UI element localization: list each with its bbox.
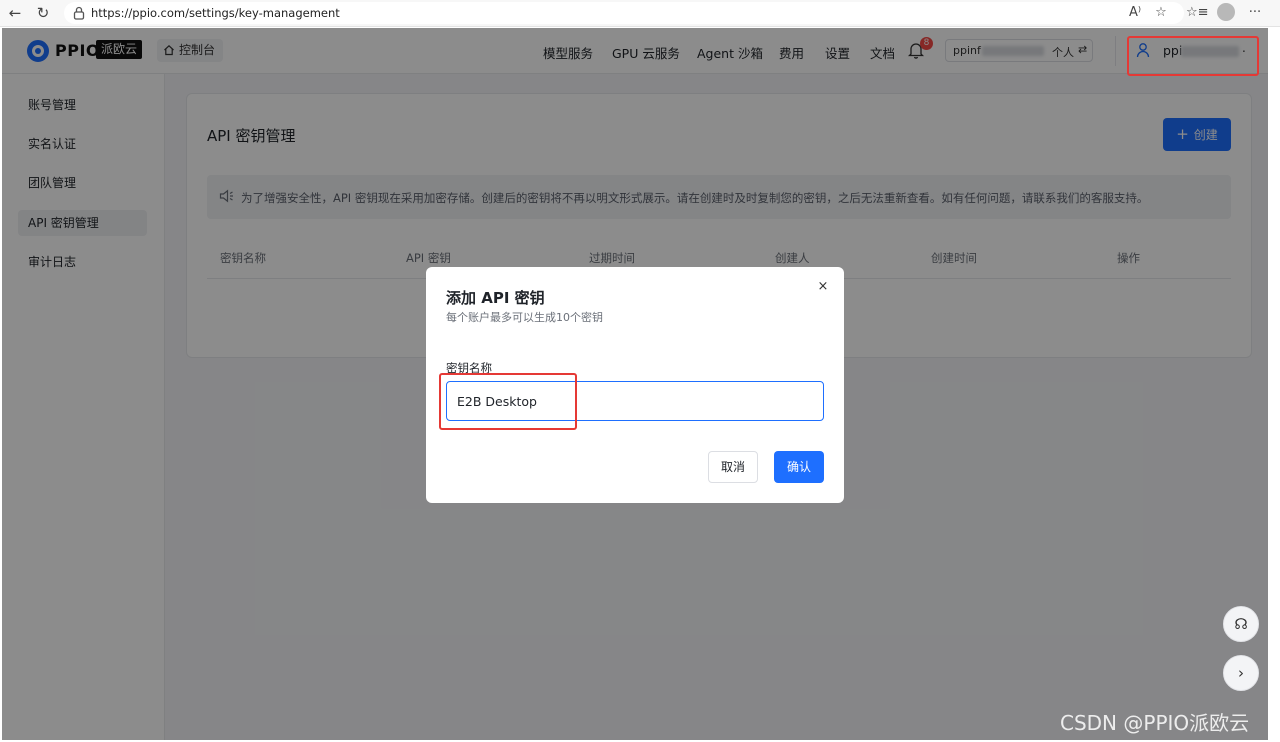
lock-icon[interactable] xyxy=(73,6,85,20)
chevron-right-icon[interactable]: › xyxy=(1223,655,1259,691)
profile-icon[interactable] xyxy=(1217,3,1235,21)
favorite-star-icon[interactable]: ☆ xyxy=(1152,4,1170,22)
dialog-subtitle: 每个账户最多可以生成10个密钥 xyxy=(446,311,603,324)
back-icon[interactable]: ← xyxy=(5,4,25,22)
confirm-button[interactable]: 确认 xyxy=(774,451,824,483)
cancel-button[interactable]: 取消 xyxy=(708,451,758,483)
browser-toolbar: ← ↻ https://ppio.com/settings/key-manage… xyxy=(0,0,1280,27)
url-text[interactable]: https://ppio.com/settings/key-management xyxy=(91,6,340,20)
close-icon[interactable]: × xyxy=(817,280,829,293)
reload-icon[interactable]: ↻ xyxy=(33,4,53,22)
dialog-title: 添加 API 密钥 xyxy=(446,289,545,307)
customer-support-icon[interactable]: ☊ xyxy=(1223,606,1259,642)
more-icon[interactable]: ··· xyxy=(1246,4,1264,22)
read-aloud-icon[interactable]: A⁾ xyxy=(1126,4,1144,22)
annotation-box-input xyxy=(439,373,577,430)
address-bar[interactable]: https://ppio.com/settings/key-management xyxy=(64,2,1184,24)
annotation-box-user xyxy=(1127,36,1259,76)
watermark: CSDN @PPIO派欧云 xyxy=(1060,711,1250,735)
favorites-icon[interactable]: ☆≡ xyxy=(1186,4,1209,22)
